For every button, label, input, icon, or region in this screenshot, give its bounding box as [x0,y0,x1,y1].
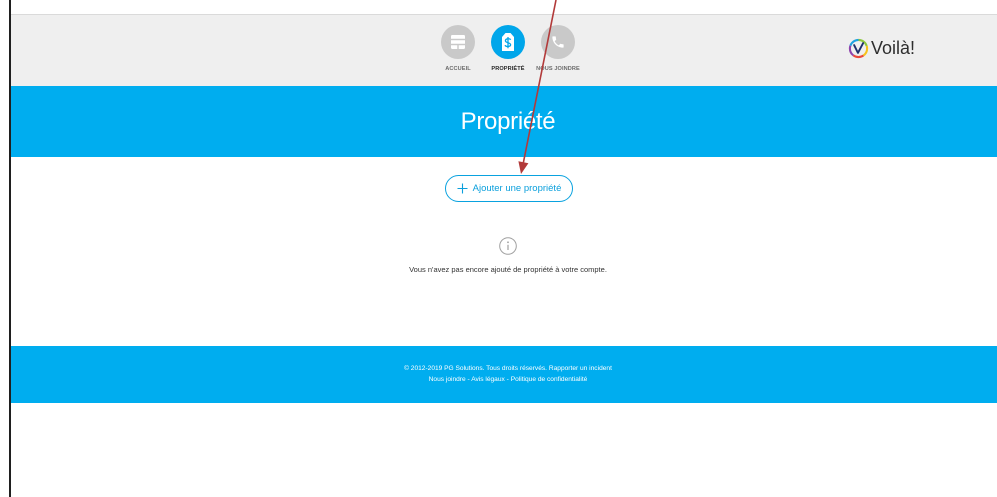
footer-line-copyright: © 2012-2019 PG Solutions. Tous droits ré… [404,363,612,374]
page-title: Propriété [460,107,556,135]
copyright-text: © 2012-2019 PG Solutions. Tous droits ré… [404,365,548,372]
voila-check-circle-icon [848,38,869,58]
page-banner: Propriété [11,86,997,157]
site-footer: © 2012-2019 PG Solutions. Tous droits ré… [11,346,997,403]
plus-icon [457,183,468,194]
logo-wordmark: Voilà! [871,38,916,58]
footer-separator: - [506,376,509,383]
footer-line-links: Nous joindre - Avis légaux - Politique d… [404,374,612,385]
nav-item-nous-joindre[interactable]: NOUS JOINDRE [533,25,583,73]
contact-link[interactable]: Nous joindre [429,376,466,383]
home-grid-icon [441,25,475,59]
add-property-button[interactable]: Ajouter une propriété [445,175,573,202]
nav-item-accueil[interactable]: ACCUEIL [433,25,483,73]
main-content: Ajouter une propriété Vous n'avez pas en… [11,157,997,346]
site-header: ACCUEIL PROPRIÉTÉ NOUS JOINDRE Voilà! [11,14,997,86]
main-nav: ACCUEIL PROPRIÉTÉ NOUS JOINDRE [433,25,583,73]
nav-label-accueil: ACCUEIL [445,66,471,72]
price-tag-dollar-icon [491,25,525,59]
phone-icon [541,25,575,59]
footer-text: © 2012-2019 PG Solutions. Tous droits ré… [404,363,612,385]
empty-state-message: Vous n'avez pas encore ajouté de proprié… [409,265,607,274]
add-property-label: Ajouter une propriété [472,183,562,194]
nav-item-propriete[interactable]: PROPRIÉTÉ [483,25,533,73]
nav-label-propriete: PROPRIÉTÉ [491,66,525,72]
report-incident-link[interactable]: Rapporter un incident [549,365,612,372]
voila-logo[interactable]: Voilà! [848,37,915,59]
info-circle-icon [499,237,517,255]
nav-label-nous-joindre: NOUS JOINDRE [536,66,580,72]
footer-separator: - [467,376,470,383]
legal-notice-link[interactable]: Avis légaux [471,376,505,383]
privacy-policy-link[interactable]: Politique de confidentialité [511,376,588,383]
